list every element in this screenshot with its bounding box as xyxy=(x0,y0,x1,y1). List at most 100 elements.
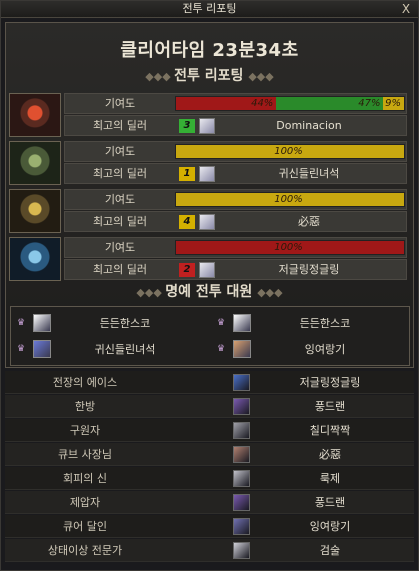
top-dealer: 3 Dominacion xyxy=(175,117,405,135)
rank-badge: 3 xyxy=(179,119,195,133)
close-icon[interactable]: X xyxy=(399,1,413,17)
award-winner-name: 잉여랑기 xyxy=(309,520,351,533)
blue-boss-icon xyxy=(9,237,61,281)
contribution-percent: 100% xyxy=(274,242,303,253)
top-dealer-row: 최고의 딜러 4 必惡 xyxy=(64,211,407,232)
rank-badge: 4 xyxy=(179,215,195,229)
contribution-percent: 100% xyxy=(274,194,303,205)
award-row: 전장의 에이스 저글링정글링 xyxy=(5,371,414,394)
contribution-segment: 100% xyxy=(176,145,404,158)
top-dealer: 2 저글링정글링 xyxy=(175,261,405,279)
award-avatar xyxy=(233,470,250,487)
boss-stats: 기여도 44% 47% 9% 최고의 딜러 3 Dominacion xyxy=(64,93,407,137)
award-winner-name: 저글링정글링 xyxy=(299,376,361,389)
award-title: 제압자 xyxy=(69,496,101,509)
member-name: 귀신들린녀석 xyxy=(94,343,156,356)
contribution-bar: 100% xyxy=(175,192,405,207)
award-row: 회피의 신 룩제 xyxy=(5,467,414,490)
contribution-segment: 44% xyxy=(176,97,277,110)
award-avatar xyxy=(233,518,250,535)
honor-member[interactable]: ♛ 든든한스코 xyxy=(211,311,407,337)
dealer-avatar xyxy=(199,214,215,230)
award-winner-name: 必惡 xyxy=(319,448,341,461)
contribution-segment: 100% xyxy=(176,241,404,254)
contribution-label: 기여도 xyxy=(104,193,136,206)
ornament-right-icon: ◆◆◆ xyxy=(257,286,283,299)
contribution-bar: 44% 47% 9% xyxy=(175,96,405,111)
award-title: 큐브 사장님 xyxy=(57,448,113,461)
contribution-row: 기여도 100% xyxy=(64,237,407,258)
honor-member[interactable]: ♛ 귀신들린녀석 xyxy=(11,337,207,363)
contribution-bar: 100% xyxy=(175,240,405,255)
contribution-percent: 100% xyxy=(274,146,303,157)
member-avatar xyxy=(33,314,51,332)
boss-stats: 기여도 100% 최고의 딜러 4 必惡 xyxy=(64,189,407,233)
award-winner-name: 풍드랜 xyxy=(314,400,346,413)
dealer-name: Dominacion xyxy=(276,119,342,132)
honor-member[interactable]: ♛ 잉여랑기 xyxy=(211,337,407,363)
awards-list: 전장의 에이스 저글링정글링 한방 풍드랜 구원자 칠디짝짝 큐브 사장님 必惡 회피의 신 룩제… xyxy=(5,371,414,567)
dealer-name: 必惡 xyxy=(298,215,320,228)
window-title: 전투 리포팅 xyxy=(182,2,237,15)
award-title: 회피의 신 xyxy=(63,472,107,485)
gold-boss-icon xyxy=(9,189,61,233)
title-bar[interactable]: 전투 리포팅 X xyxy=(1,1,418,18)
ornament-left-icon: ◆◆◆ xyxy=(145,70,175,83)
member-avatar xyxy=(33,340,51,358)
contribution-percent: 9% xyxy=(385,98,401,109)
contribution-row: 기여도 100% xyxy=(64,189,407,210)
rank-badge: 1 xyxy=(179,167,195,181)
contribution-bar: 100% xyxy=(175,144,405,159)
boss-stats: 기여도 100% 최고의 딜러 2 저글링정글링 xyxy=(64,237,407,281)
top-dealer-label: 최고의 딜러 xyxy=(92,263,148,276)
boss-row: 기여도 100% 최고의 딜러 4 必惡 xyxy=(9,189,407,233)
award-winner-name: 룩제 xyxy=(319,472,341,485)
award-avatar xyxy=(233,398,250,415)
top-dealer-label: 최고의 딜러 xyxy=(92,119,148,132)
award-row: 제압자 풍드랜 xyxy=(5,491,414,514)
honor-members: ♛ 든든한스코 ♛ 든든한스코 ♛ 귀신들린녀석 ♛ 잉여랑기 xyxy=(10,306,410,366)
rank-badge: 2 xyxy=(179,263,195,277)
red-boss-icon xyxy=(9,93,61,137)
contribution-label: 기여도 xyxy=(104,145,136,158)
award-title: 전장의 에이스 xyxy=(52,376,118,389)
dealer-name: 저글링정글링 xyxy=(278,263,340,276)
award-avatar xyxy=(233,446,250,463)
dealer-avatar xyxy=(199,166,215,182)
contribution-percent: 47% xyxy=(358,98,381,109)
honor-member[interactable]: ♛ 든든한스코 xyxy=(11,311,207,337)
contribution-segment: 100% xyxy=(176,193,404,206)
award-winner-name: 풍드랜 xyxy=(314,496,346,509)
contribution-percent: 44% xyxy=(251,98,274,109)
member-name: 든든한스코 xyxy=(99,317,151,330)
top-dealer: 4 必惡 xyxy=(175,213,405,231)
crown-icon: ♛ xyxy=(217,344,226,354)
award-avatar xyxy=(233,542,250,559)
contribution-segment: 9% xyxy=(383,97,404,110)
contribution-row: 기여도 100% xyxy=(64,141,407,162)
member-name: 잉여랑기 xyxy=(304,343,346,356)
contribution-row: 기여도 44% 47% 9% xyxy=(64,93,407,114)
award-avatar xyxy=(233,422,250,439)
member-name: 든든한스코 xyxy=(299,317,351,330)
top-dealer-row: 최고의 딜러 2 저글링정글링 xyxy=(64,259,407,280)
award-avatar xyxy=(233,494,250,511)
award-row: 큐어 달인 잉여랑기 xyxy=(5,515,414,538)
dealer-avatar xyxy=(199,118,215,134)
award-row: 한방 풍드랜 xyxy=(5,395,414,418)
green-boss-icon xyxy=(9,141,61,185)
crown-icon: ♛ xyxy=(17,318,26,328)
contribution-label: 기여도 xyxy=(104,97,136,110)
crown-icon: ♛ xyxy=(17,344,26,354)
award-avatar xyxy=(233,374,250,391)
top-dealer-label: 최고의 딜러 xyxy=(92,167,148,180)
report-section-title: ◆◆◆ 전투 리포팅 ◆◆◆ xyxy=(145,68,274,84)
award-row: 구원자 칠디짝짝 xyxy=(5,419,414,442)
award-title: 한방 xyxy=(74,400,96,413)
clear-time: 클리어타임 23분34초 xyxy=(120,40,299,61)
award-winner-name: 검술 xyxy=(319,544,341,557)
top-dealer-row: 최고의 딜러 3 Dominacion xyxy=(64,115,407,136)
contribution-segment: 47% xyxy=(276,97,384,110)
boss-row: 기여도 100% 최고의 딜러 1 귀신들린녀석 xyxy=(9,141,407,185)
award-winner-name: 칠디짝짝 xyxy=(309,424,351,437)
